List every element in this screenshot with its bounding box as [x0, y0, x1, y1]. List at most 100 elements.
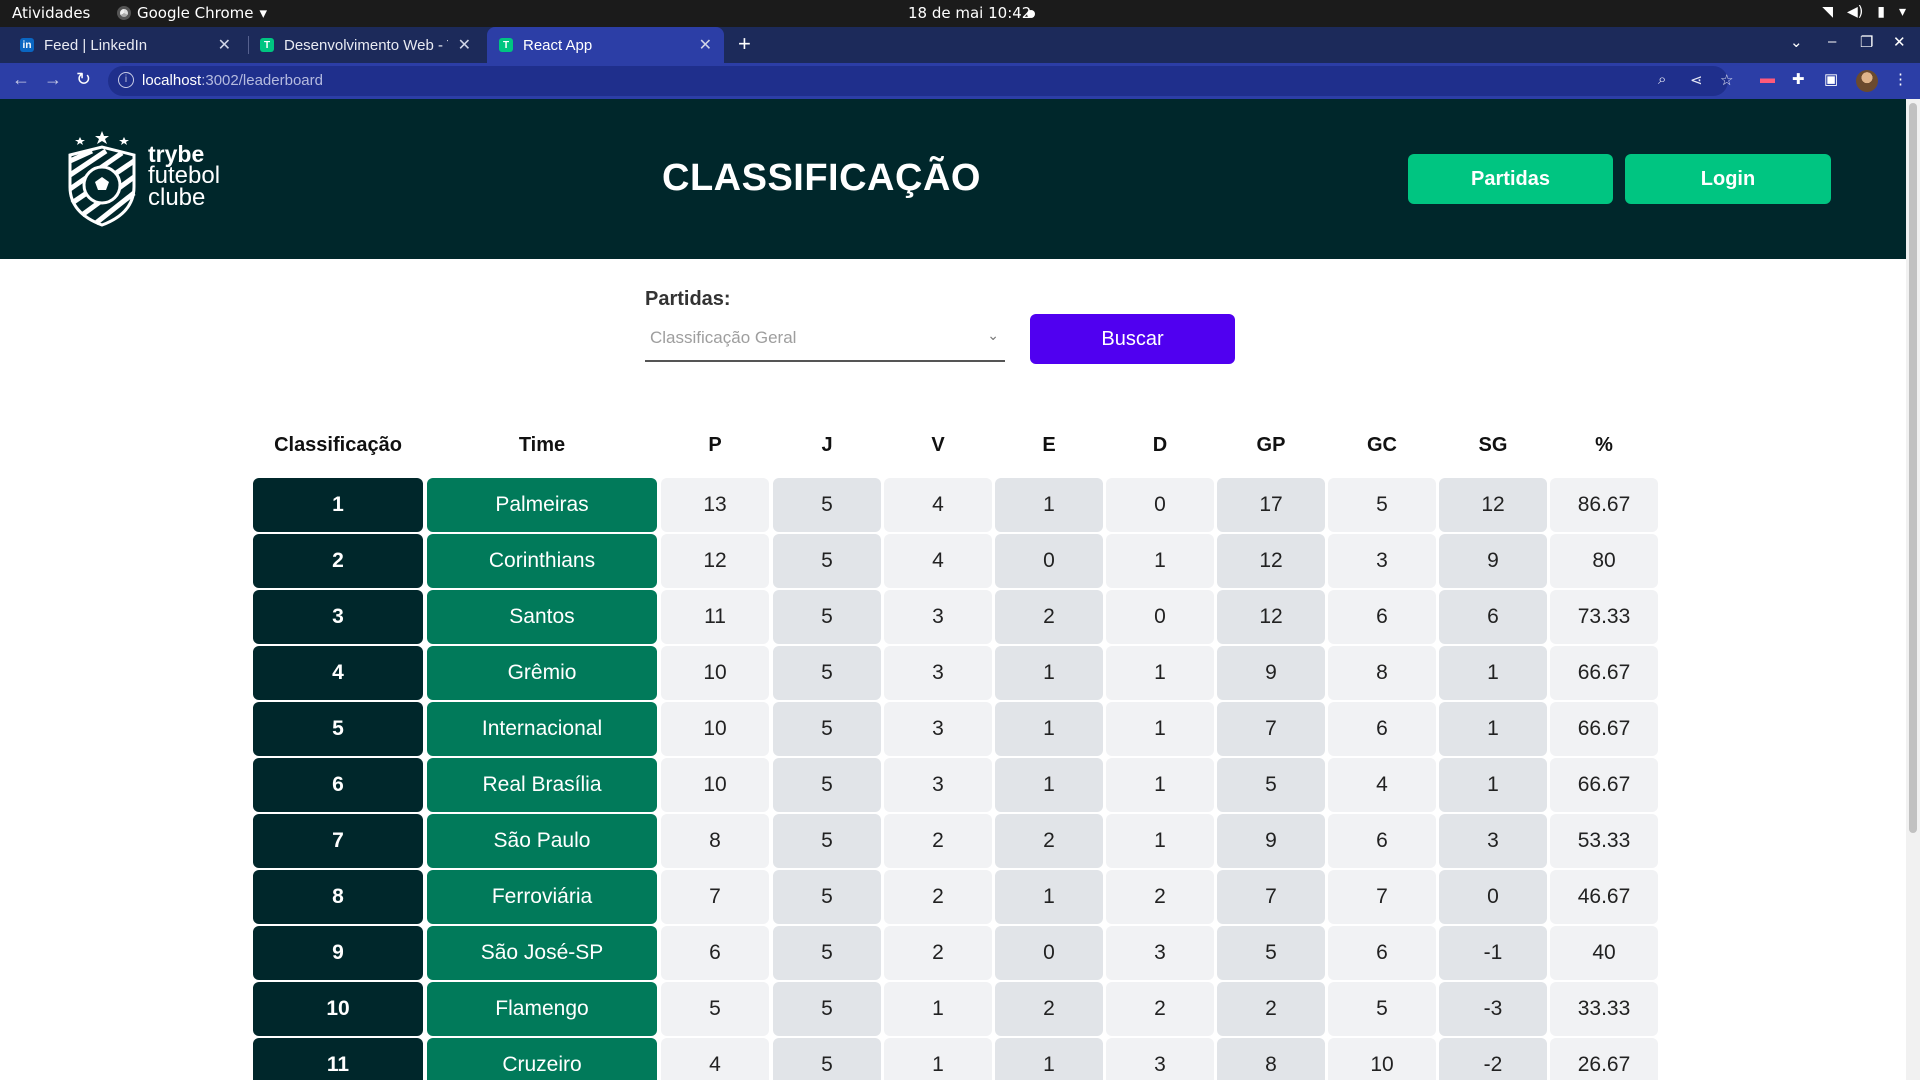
stat-cell: 2 — [995, 590, 1103, 644]
team-cell: Corinthians — [427, 534, 657, 588]
rank-cell: 5 — [253, 702, 423, 756]
stat-cell: 46.67 — [1550, 870, 1658, 924]
extensions-puzzle-icon[interactable]: ✚ — [1792, 70, 1805, 88]
wifi-icon: ◥ — [1822, 4, 1834, 20]
column-header: J — [821, 434, 833, 456]
tab-react-app[interactable]: T React App ✕ — [487, 27, 724, 63]
column-header: SG — [1478, 434, 1508, 456]
stat-cell: 3 — [1328, 534, 1436, 588]
stat-cell: 2 — [995, 814, 1103, 868]
stat-cell: 6 — [1328, 926, 1436, 980]
logo-line-clube: clube — [148, 184, 206, 211]
info-icon[interactable]: i — [118, 72, 134, 88]
tab-title: React App — [523, 36, 593, 54]
stat-cell: 2 — [1106, 982, 1214, 1036]
matches-filter-label: Partidas: — [645, 288, 731, 310]
stat-cell: 9 — [1439, 534, 1547, 588]
app-menu-label: Google Chrome — [137, 4, 254, 22]
stat-cell: 1 — [884, 1038, 992, 1080]
trybe-futebol-clube-logo-icon[interactable] — [62, 127, 142, 227]
stat-cell: 1 — [995, 478, 1103, 532]
page-scrollbar[interactable] — [1906, 99, 1920, 1080]
stat-cell: 6 — [1439, 590, 1547, 644]
column-header: D — [1152, 434, 1168, 456]
stat-cell: 1 — [884, 982, 992, 1036]
zoom-icon[interactable]: ⌕ — [1658, 71, 1666, 88]
address-bar[interactable]: i localhost:3002/leaderboard ⌕ ⋖ ☆ — [108, 66, 1733, 96]
matches-filter-select[interactable]: Classificação Geral ⌄ — [645, 314, 1005, 362]
tab-trybe[interactable]: T Desenvolvimento Web - Tr ✕ — [248, 27, 483, 63]
close-icon[interactable]: ✕ — [218, 35, 231, 55]
stat-cell: 7 — [1328, 870, 1436, 924]
new-tab-icon[interactable]: + — [738, 31, 751, 57]
stat-cell: 80 — [1550, 534, 1658, 588]
profile-avatar[interactable] — [1856, 70, 1878, 92]
stat-cell: 6 — [1328, 702, 1436, 756]
search-button[interactable]: Buscar — [1030, 314, 1235, 364]
restore-icon[interactable]: ❐ — [1860, 33, 1873, 51]
activities-button[interactable]: Atividades — [12, 4, 90, 22]
stat-cell: 0 — [995, 926, 1103, 980]
os-top-bar: Atividades Google Chrome ▾ 18 de mai 10:… — [0, 0, 1920, 27]
share-icon[interactable]: ⋖ — [1690, 71, 1703, 89]
stat-cell: 10 — [661, 646, 769, 700]
tab-title: Desenvolvimento Web - Tr — [284, 36, 448, 54]
stat-cell: -3 — [1439, 982, 1547, 1036]
side-panel-icon[interactable]: ▣ — [1824, 70, 1838, 88]
forward-icon[interactable]: → — [44, 69, 62, 90]
menu-kebab-icon[interactable]: ⋮ — [1893, 70, 1908, 88]
stat-cell: 12 — [1217, 590, 1325, 644]
tab-search-icon[interactable]: ⌄ — [1790, 33, 1803, 51]
stat-cell: 5 — [1217, 758, 1325, 812]
stat-cell: 5 — [773, 646, 881, 700]
rank-cell: 7 — [253, 814, 423, 868]
stat-cell: 2 — [1217, 982, 1325, 1036]
stat-cell: 5 — [773, 758, 881, 812]
stat-cell: 6 — [1328, 590, 1436, 644]
stat-cell: 5 — [773, 590, 881, 644]
stat-cell: 1 — [1106, 534, 1214, 588]
tab-linkedin[interactable]: in Feed | LinkedIn ✕ — [8, 27, 243, 63]
notification-dot-icon — [1027, 10, 1035, 18]
system-tray[interactable]: ◥ ◀) ▮ ▾ — [1822, 4, 1906, 20]
minimize-icon[interactable]: – — [1828, 33, 1836, 50]
stat-cell: 9 — [1217, 646, 1325, 700]
stat-cell: 1 — [995, 702, 1103, 756]
column-header: GP — [1256, 434, 1286, 456]
stat-cell: 7 — [1217, 702, 1325, 756]
close-window-icon[interactable]: ✕ — [1893, 33, 1906, 51]
stat-cell: 5 — [773, 1038, 881, 1080]
stat-cell: 12 — [1439, 478, 1547, 532]
stat-cell: 0 — [1439, 870, 1547, 924]
stat-cell: 1 — [995, 1038, 1103, 1080]
reload-icon[interactable]: ↻ — [76, 69, 91, 90]
matches-button[interactable]: Partidas — [1408, 154, 1613, 204]
logo-wordmark: trybe futebol clube — [148, 143, 220, 211]
stat-cell: 4 — [1328, 758, 1436, 812]
battery-icon: ▮ — [1877, 4, 1885, 20]
stat-cell: 53.33 — [1550, 814, 1658, 868]
clock[interactable]: 18 de mai 10:42 — [908, 4, 1031, 22]
scrollbar-thumb[interactable] — [1909, 103, 1917, 833]
stat-cell: 3 — [884, 702, 992, 756]
column-header: P — [708, 434, 722, 456]
stat-cell: 26.67 — [1550, 1038, 1658, 1080]
stat-cell: 2 — [884, 870, 992, 924]
stat-cell: 1 — [995, 870, 1103, 924]
bookmark-star-icon[interactable]: ☆ — [1720, 71, 1733, 89]
close-icon[interactable]: ✕ — [458, 35, 471, 55]
stat-cell: 1 — [1439, 702, 1547, 756]
app-menu[interactable]: Google Chrome ▾ — [117, 4, 267, 22]
login-button[interactable]: Login — [1625, 154, 1831, 204]
stat-cell: 5 — [773, 814, 881, 868]
extension-icon[interactable]: ▬ — [1760, 70, 1775, 87]
stat-cell: 8 — [661, 814, 769, 868]
back-icon[interactable]: ← — [12, 69, 30, 90]
rank-cell: 4 — [253, 646, 423, 700]
url-text[interactable]: localhost:3002/leaderboard — [142, 72, 323, 89]
stat-cell: 6 — [661, 926, 769, 980]
stat-cell: 5 — [773, 534, 881, 588]
close-icon[interactable]: ✕ — [699, 35, 712, 55]
caret-down-icon: ▾ — [1898, 4, 1906, 20]
stat-cell: 17 — [1217, 478, 1325, 532]
